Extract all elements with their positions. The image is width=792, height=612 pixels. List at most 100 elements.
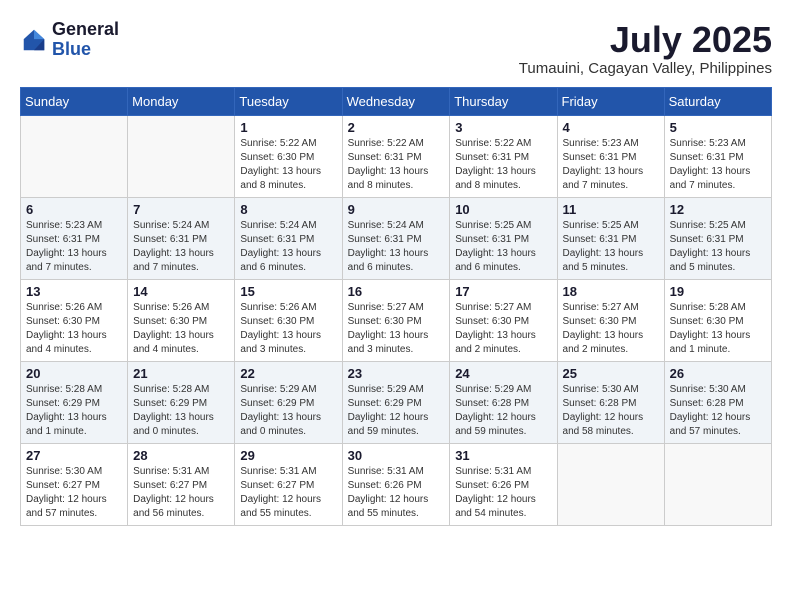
day-number: 13 [26,284,122,299]
day-detail: Sunrise: 5:31 AM Sunset: 6:26 PM Dayligh… [348,465,445,521]
day-detail: Sunrise: 5:28 AM Sunset: 6:29 PM Dayligh… [26,383,122,439]
day-detail: Sunrise: 5:26 AM Sunset: 6:30 PM Dayligh… [133,301,229,357]
calendar-week-row: 20 Sunrise: 5:28 AM Sunset: 6:29 PM Dayli… [21,361,772,443]
day-detail: Sunrise: 5:30 AM Sunset: 6:28 PM Dayligh… [563,383,659,439]
day-number: 20 [26,366,122,381]
day-number: 6 [26,202,122,217]
calendar-day-cell: 1 Sunrise: 5:22 AM Sunset: 6:30 PM Daylig… [235,115,342,197]
month-year-title: July 2025 [519,20,772,60]
logo: General Blue [20,20,119,60]
logo-blue: Blue [52,40,119,60]
day-detail: Sunrise: 5:26 AM Sunset: 6:30 PM Dayligh… [240,301,336,357]
calendar-day-cell: 8 Sunrise: 5:24 AM Sunset: 6:31 PM Daylig… [235,197,342,279]
calendar-day-cell: 24 Sunrise: 5:29 AM Sunset: 6:28 PM Dayli… [450,361,557,443]
day-number: 7 [133,202,229,217]
page-header: General Blue July 2025 Tumauini, Cagayan… [20,20,772,77]
logo-text: General Blue [52,20,119,60]
day-detail: Sunrise: 5:26 AM Sunset: 6:30 PM Dayligh… [26,301,122,357]
calendar-day-cell: 20 Sunrise: 5:28 AM Sunset: 6:29 PM Dayli… [21,361,128,443]
weekday-header: Tuesday [235,87,342,115]
day-detail: Sunrise: 5:30 AM Sunset: 6:28 PM Dayligh… [670,383,766,439]
calendar-day-cell [21,115,128,197]
day-number: 17 [455,284,551,299]
day-number: 10 [455,202,551,217]
day-number: 23 [348,366,445,381]
day-detail: Sunrise: 5:23 AM Sunset: 6:31 PM Dayligh… [26,219,122,275]
day-number: 9 [348,202,445,217]
calendar-day-cell: 26 Sunrise: 5:30 AM Sunset: 6:28 PM Dayli… [664,361,771,443]
day-detail: Sunrise: 5:25 AM Sunset: 6:31 PM Dayligh… [563,219,659,275]
weekday-header: Sunday [21,87,128,115]
day-number: 30 [348,448,445,463]
day-detail: Sunrise: 5:29 AM Sunset: 6:28 PM Dayligh… [455,383,551,439]
calendar-day-cell: 15 Sunrise: 5:26 AM Sunset: 6:30 PM Dayli… [235,279,342,361]
day-number: 25 [563,366,659,381]
day-detail: Sunrise: 5:25 AM Sunset: 6:31 PM Dayligh… [455,219,551,275]
calendar-day-cell: 14 Sunrise: 5:26 AM Sunset: 6:30 PM Dayli… [128,279,235,361]
calendar-day-cell [557,443,664,525]
calendar-day-cell: 5Sunrise: 5:23 AM Sunset: 6:31 PM Daylig… [664,115,771,197]
calendar-day-cell [128,115,235,197]
calendar-day-cell: 16Sunrise: 5:27 AM Sunset: 6:30 PM Dayli… [342,279,450,361]
calendar-day-cell: 11Sunrise: 5:25 AM Sunset: 6:31 PM Dayli… [557,197,664,279]
calendar-week-row: 6 Sunrise: 5:23 AM Sunset: 6:31 PM Daylig… [21,197,772,279]
calendar-day-cell [664,443,771,525]
calendar-week-row: 1 Sunrise: 5:22 AM Sunset: 6:30 PM Daylig… [21,115,772,197]
calendar-day-cell: 25 Sunrise: 5:30 AM Sunset: 6:28 PM Dayli… [557,361,664,443]
day-detail: Sunrise: 5:23 AM Sunset: 6:31 PM Dayligh… [563,137,659,193]
weekday-header: Thursday [450,87,557,115]
calendar-day-cell: 23 Sunrise: 5:29 AM Sunset: 6:29 PM Dayli… [342,361,450,443]
calendar-day-cell: 30 Sunrise: 5:31 AM Sunset: 6:26 PM Dayli… [342,443,450,525]
calendar-day-cell: 12Sunrise: 5:25 AM Sunset: 6:31 PM Dayli… [664,197,771,279]
day-number: 18 [563,284,659,299]
day-number: 12 [670,202,766,217]
day-number: 26 [670,366,766,381]
day-detail: Sunrise: 5:22 AM Sunset: 6:31 PM Dayligh… [455,137,551,193]
day-detail: Sunrise: 5:24 AM Sunset: 6:31 PM Dayligh… [240,219,336,275]
day-detail: Sunrise: 5:29 AM Sunset: 6:29 PM Dayligh… [240,383,336,439]
calendar-day-cell: 4 Sunrise: 5:23 AM Sunset: 6:31 PM Daylig… [557,115,664,197]
day-detail: Sunrise: 5:31 AM Sunset: 6:27 PM Dayligh… [240,465,336,521]
day-number: 29 [240,448,336,463]
calendar-day-cell: 22Sunrise: 5:29 AM Sunset: 6:29 PM Dayli… [235,361,342,443]
day-number: 3 [455,120,551,135]
day-detail: Sunrise: 5:31 AM Sunset: 6:26 PM Dayligh… [455,465,551,521]
day-detail: Sunrise: 5:24 AM Sunset: 6:31 PM Dayligh… [348,219,445,275]
calendar-day-cell: 18Sunrise: 5:27 AM Sunset: 6:30 PM Dayli… [557,279,664,361]
day-detail: Sunrise: 5:31 AM Sunset: 6:27 PM Dayligh… [133,465,229,521]
calendar-day-cell: 7Sunrise: 5:24 AM Sunset: 6:31 PM Daylig… [128,197,235,279]
weekday-header-row: SundayMondayTuesdayWednesdayThursdayFrid… [21,87,772,115]
day-number: 1 [240,120,336,135]
calendar-day-cell: 13 Sunrise: 5:26 AM Sunset: 6:30 PM Dayli… [21,279,128,361]
weekday-header: Wednesday [342,87,450,115]
calendar-week-row: 13 Sunrise: 5:26 AM Sunset: 6:30 PM Dayli… [21,279,772,361]
calendar-day-cell: 29 Sunrise: 5:31 AM Sunset: 6:27 PM Dayli… [235,443,342,525]
day-detail: Sunrise: 5:29 AM Sunset: 6:29 PM Dayligh… [348,383,445,439]
day-detail: Sunrise: 5:27 AM Sunset: 6:30 PM Dayligh… [455,301,551,357]
weekday-header: Saturday [664,87,771,115]
calendar-day-cell: 21 Sunrise: 5:28 AM Sunset: 6:29 PM Dayli… [128,361,235,443]
weekday-header: Monday [128,87,235,115]
day-number: 21 [133,366,229,381]
calendar-day-cell: 3 Sunrise: 5:22 AM Sunset: 6:31 PM Daylig… [450,115,557,197]
location-text: Tumauini, Cagayan Valley, Philippines [519,60,772,77]
calendar-day-cell: 31 Sunrise: 5:31 AM Sunset: 6:26 PM Dayli… [450,443,557,525]
day-number: 4 [563,120,659,135]
day-number: 2 [348,120,445,135]
day-number: 15 [240,284,336,299]
day-number: 14 [133,284,229,299]
calendar-week-row: 27Sunrise: 5:30 AM Sunset: 6:27 PM Dayli… [21,443,772,525]
day-detail: Sunrise: 5:22 AM Sunset: 6:30 PM Dayligh… [240,137,336,193]
calendar-day-cell: 17 Sunrise: 5:27 AM Sunset: 6:30 PM Dayli… [450,279,557,361]
day-detail: Sunrise: 5:28 AM Sunset: 6:29 PM Dayligh… [133,383,229,439]
day-number: 8 [240,202,336,217]
day-number: 31 [455,448,551,463]
day-detail: Sunrise: 5:27 AM Sunset: 6:30 PM Dayligh… [348,301,445,357]
day-number: 24 [455,366,551,381]
day-detail: Sunrise: 5:22 AM Sunset: 6:31 PM Dayligh… [348,137,445,193]
calendar-day-cell: 27Sunrise: 5:30 AM Sunset: 6:27 PM Dayli… [21,443,128,525]
day-number: 28 [133,448,229,463]
calendar-day-cell: 9 Sunrise: 5:24 AM Sunset: 6:31 PM Daylig… [342,197,450,279]
weekday-header: Friday [557,87,664,115]
calendar-day-cell: 19Sunrise: 5:28 AM Sunset: 6:30 PM Dayli… [664,279,771,361]
